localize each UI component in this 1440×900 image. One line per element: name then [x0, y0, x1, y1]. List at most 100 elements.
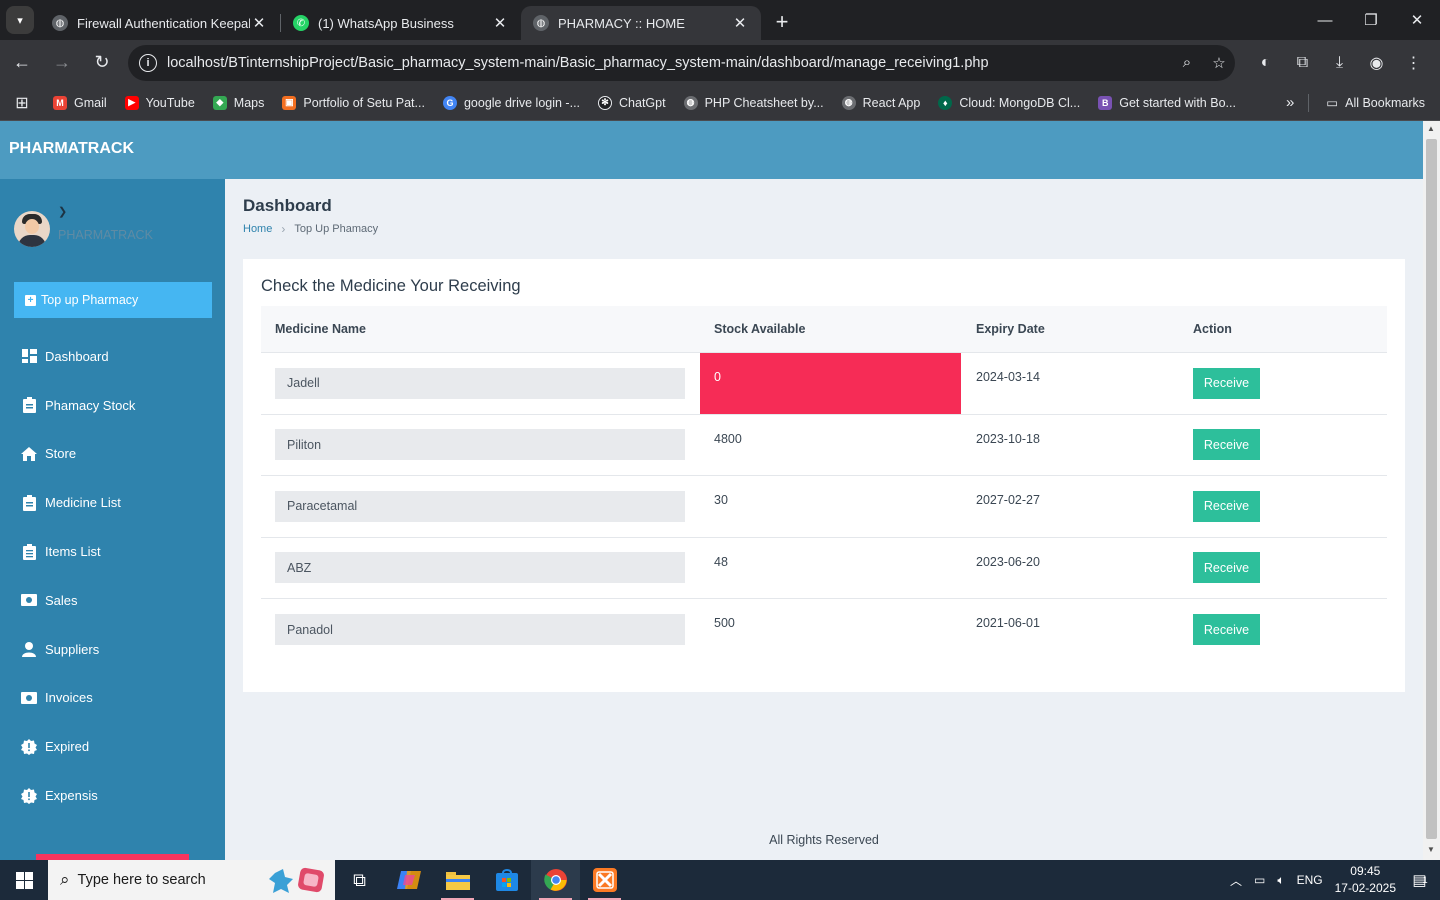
- browser-tab[interactable]: ◍ Firewall Authentication Keepalive ✕: [40, 6, 280, 40]
- browser-toolbar: ← → ↻ i localhost/BTinternshipProject/Ba…: [0, 40, 1440, 85]
- notification-icon[interactable]: ▤ 1: [1406, 871, 1440, 889]
- bookmark-item[interactable]: M Gmail: [44, 95, 116, 110]
- sidebar-item-items-list[interactable]: Items List: [0, 527, 225, 576]
- medicine-name-field[interactable]: Jadell: [275, 367, 685, 399]
- bookmark-label: google drive login -...: [463, 95, 581, 110]
- forward-button[interactable]: →: [44, 45, 80, 81]
- apps-grid-icon[interactable]: ⊞: [0, 93, 44, 113]
- column-header: Action: [1193, 322, 1232, 336]
- puzzle-icon[interactable]: ⧉: [1284, 45, 1321, 81]
- receive-button[interactable]: Receive: [1193, 614, 1260, 646]
- expiry-cell: 2021-06-01: [976, 616, 1040, 630]
- zoom-icon[interactable]: ⌕: [1171, 54, 1203, 71]
- sidebar-item-store[interactable]: Store: [0, 430, 225, 479]
- medicine-name-field[interactable]: Piliton: [275, 429, 685, 461]
- top-up-pharmacy-button[interactable]: + Top up Pharmacy: [14, 282, 212, 318]
- copilot-icon[interactable]: [384, 860, 433, 900]
- chevron-down-icon[interactable]: ❯: [58, 205, 67, 218]
- bookmark-item[interactable]: ◍ PHP Cheatsheet by...: [675, 95, 833, 110]
- scroll-down-icon[interactable]: ▼: [1427, 845, 1435, 854]
- globe-icon: ◍: [52, 15, 68, 31]
- more-bookmarks-icon[interactable]: »: [1272, 94, 1308, 111]
- network-icon[interactable]: ▭: [1254, 873, 1265, 887]
- sidebar-item-invoices[interactable]: Invoices: [0, 674, 225, 723]
- sidebar-item-medicine-list[interactable]: Medicine List: [0, 478, 225, 527]
- bookmark-item[interactable]: ◆ Maps: [204, 95, 274, 110]
- action-cell: Receive: [1179, 476, 1387, 537]
- close-icon[interactable]: ✕: [731, 14, 749, 32]
- scroll-up-icon[interactable]: ▲: [1427, 124, 1435, 133]
- bookmark-item[interactable]: ✻ ChatGpt: [589, 95, 675, 110]
- scrollbar-thumb[interactable]: [1426, 139, 1437, 839]
- medicine-name-field[interactable]: ABZ: [275, 552, 685, 584]
- tab-search-button[interactable]: ▾: [6, 6, 34, 34]
- bookmark-item[interactable]: ♦ Cloud: MongoDB Cl...: [929, 95, 1089, 110]
- profile-avatar-icon[interactable]: ◉: [1358, 45, 1395, 81]
- page-title: Dashboard: [243, 196, 332, 215]
- chevron-up-icon[interactable]: ︿: [1230, 872, 1242, 889]
- sidebar-item-suppliers[interactable]: Suppliers: [0, 625, 225, 674]
- more-menu-icon[interactable]: ⋮: [1395, 45, 1432, 81]
- download-icon[interactable]: ⤓: [1321, 45, 1358, 81]
- task-view-icon[interactable]: ⧉: [335, 860, 384, 900]
- close-icon[interactable]: ✕: [250, 14, 268, 32]
- sidebar-item-dashboard[interactable]: Dashboard: [0, 332, 225, 381]
- reload-button[interactable]: ↻: [84, 45, 120, 81]
- chrome-icon[interactable]: [531, 860, 580, 900]
- new-tab-button[interactable]: +: [767, 7, 797, 37]
- sidebar-item-phamacy-stock[interactable]: Phamacy Stock: [0, 381, 225, 430]
- sidebar-item-expensis[interactable]: Expensis: [0, 771, 225, 820]
- star-icon[interactable]: ☆: [1203, 54, 1235, 72]
- address-bar[interactable]: i localhost/BTinternshipProject/Basic_ph…: [128, 44, 1235, 81]
- all-bookmarks-button[interactable]: ▭ All Bookmarks: [1309, 95, 1440, 111]
- browser-tab[interactable]: ✆ (1) WhatsApp Business ✕: [281, 6, 521, 40]
- bookmark-item[interactable]: ◍ React App: [833, 95, 930, 110]
- site-info-icon[interactable]: i: [139, 53, 157, 72]
- language-indicator[interactable]: ENG: [1297, 873, 1323, 887]
- browser-tab-active[interactable]: ◍ PHARMACY :: HOME ✕: [521, 6, 761, 40]
- bookmark-label: Portfolio of Setu Pat...: [303, 95, 425, 110]
- sidebar-item-sales[interactable]: Sales: [0, 576, 225, 625]
- receive-button[interactable]: Receive: [1193, 490, 1260, 522]
- sidebar-item-expired[interactable]: Expired: [0, 722, 225, 771]
- badge-icon: [21, 738, 37, 755]
- table-row: Panadol 500 2021-06-01 Receive: [261, 599, 1387, 661]
- folder-icon: ▭: [1326, 96, 1339, 110]
- breadcrumb-home-link[interactable]: Home: [243, 223, 272, 235]
- receive-button[interactable]: Receive: [1193, 367, 1260, 399]
- close-window-icon[interactable]: ✕: [1394, 0, 1440, 40]
- bookmark-item[interactable]: B Get started with Bo...: [1089, 95, 1245, 110]
- bookmark-item[interactable]: ▶ YouTube: [116, 95, 204, 110]
- volume-icon[interactable]: 🔈︎: [1277, 873, 1284, 888]
- clipboard-icon: [21, 494, 37, 511]
- xampp-icon[interactable]: [580, 860, 629, 900]
- table-row: Paracetamal 30 2027-02-27 Receive: [261, 476, 1387, 538]
- minimize-icon[interactable]: —: [1302, 0, 1348, 40]
- file-explorer-icon[interactable]: [433, 860, 482, 900]
- taskbar-search-box[interactable]: ⌕ Type here to search: [48, 860, 335, 900]
- brand-logo[interactable]: PHARMATRACK: [9, 140, 134, 158]
- page-scrollbar[interactable]: ▲ ▼: [1423, 121, 1440, 860]
- restore-icon[interactable]: ❐: [1348, 0, 1394, 40]
- clock[interactable]: 09:45 17-02-2025: [1335, 863, 1396, 897]
- mongodb-icon: ♦: [938, 95, 953, 110]
- table-row: ABZ 48 2023-06-20 Receive: [261, 538, 1387, 599]
- receive-button[interactable]: Receive: [1193, 552, 1260, 584]
- action-cell: Receive: [1179, 415, 1387, 476]
- chevron-right-icon: ›: [281, 222, 286, 236]
- url-text[interactable]: localhost/BTinternshipProject/Basic_phar…: [167, 55, 1171, 71]
- action-cell: Receive: [1179, 599, 1387, 661]
- all-bookmarks-label: All Bookmarks: [1345, 95, 1425, 110]
- bookmark-item[interactable]: ▣ Portfolio of Setu Pat...: [273, 95, 434, 110]
- microsoft-store-icon[interactable]: [482, 860, 531, 900]
- back-button[interactable]: ←: [4, 45, 40, 81]
- medicine-name-field[interactable]: Paracetamal: [275, 490, 685, 522]
- bookmark-item[interactable]: Ggoogle drive login -...: [434, 95, 589, 110]
- extension-icon[interactable]: ◐: [1247, 45, 1284, 81]
- user-panel[interactable]: ❯ PHARMATRACK: [14, 206, 153, 247]
- medicine-name-field[interactable]: Panadol: [275, 614, 685, 646]
- close-icon[interactable]: ✕: [491, 14, 509, 32]
- receive-button[interactable]: Receive: [1193, 429, 1260, 461]
- stock-cell: 48: [714, 554, 728, 569]
- windows-start-icon[interactable]: [0, 860, 48, 900]
